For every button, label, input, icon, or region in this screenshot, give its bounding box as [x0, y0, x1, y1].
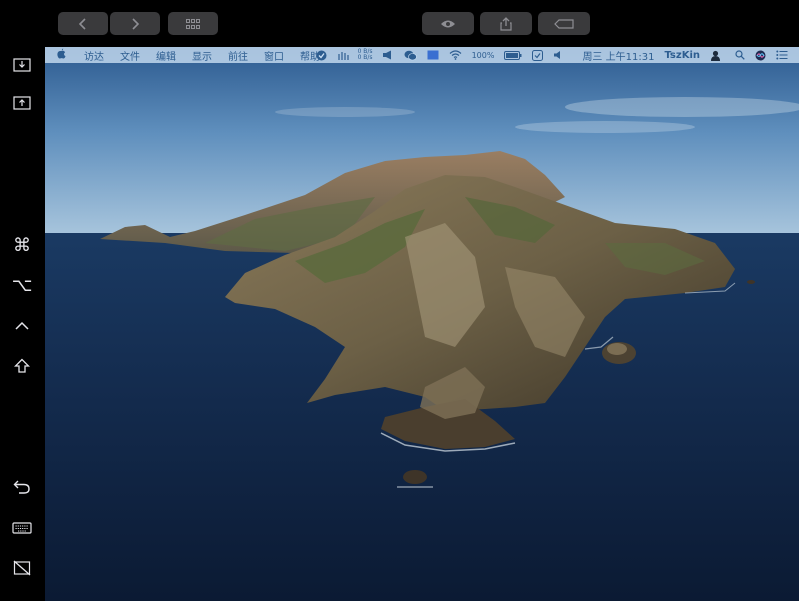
back-button[interactable] [58, 12, 108, 35]
catalina-wallpaper [45, 47, 799, 601]
volume-icon[interactable] [553, 50, 563, 60]
control-key-icon[interactable] [11, 315, 33, 337]
menubar-user[interactable]: TszKin [664, 50, 700, 61]
undo-icon[interactable] [11, 476, 33, 498]
command-key-icon[interactable]: ⌘ [11, 234, 33, 256]
user-avatar-icon[interactable] [710, 50, 721, 61]
gesture-icon[interactable] [337, 50, 349, 61]
disconnect-screen-icon[interactable] [11, 557, 33, 579]
share-button[interactable] [480, 12, 532, 35]
upload-screen-icon[interactable] [11, 92, 33, 114]
option-key-icon[interactable]: ⌥ [11, 274, 33, 296]
search-icon[interactable] [735, 50, 745, 60]
siri-icon[interactable] [755, 50, 766, 61]
tag-icon [554, 18, 574, 29]
view-button[interactable] [422, 12, 474, 35]
menubar-clock[interactable]: 周三 上午11:31 [582, 48, 654, 63]
chevron-right-icon [130, 17, 140, 31]
keyboard-icon[interactable] [11, 517, 33, 539]
macos-menubar: 访达 文件 编辑 显示 前往 窗口 帮助 0 B/s 0 B/s 100% 周三… [45, 47, 799, 63]
menu-window[interactable]: 窗口 [264, 48, 284, 63]
share-icon [500, 16, 512, 31]
keyboard-toggle-button[interactable] [538, 12, 590, 35]
megaphone-icon[interactable] [382, 50, 394, 60]
menu-file[interactable]: 文件 [120, 48, 140, 63]
net-down-text: 0 B/s [357, 54, 373, 61]
status-circle-icon[interactable] [316, 50, 327, 61]
notification-center-icon[interactable] [776, 50, 788, 60]
apple-menu-icon[interactable] [57, 48, 66, 62]
grid-icon [186, 18, 200, 29]
screen-mirror-icon[interactable] [427, 50, 439, 60]
remote-desktop-screen[interactable]: 访达 文件 编辑 显示 前往 窗口 帮助 0 B/s 0 B/s 100% 周三… [45, 47, 799, 601]
app-status-icon[interactable] [532, 49, 544, 61]
shift-key-icon[interactable] [11, 355, 33, 377]
menu-view[interactable]: 显示 [192, 48, 212, 63]
eye-icon [440, 19, 456, 29]
download-screen-icon[interactable] [11, 54, 33, 76]
wifi-icon[interactable] [449, 50, 462, 60]
battery-percent: 100% [471, 50, 495, 60]
battery-icon[interactable] [504, 50, 522, 60]
menu-edit[interactable]: 编辑 [156, 48, 176, 63]
menu-go[interactable]: 前往 [228, 48, 248, 63]
wechat-icon[interactable] [404, 50, 417, 61]
grid-button[interactable] [168, 12, 218, 35]
menu-finder[interactable]: 访达 [84, 48, 104, 63]
left-sidebar: ⌘ ⌥ [0, 47, 45, 601]
top-toolbar [0, 0, 799, 47]
chevron-left-icon [78, 17, 88, 31]
network-speed: 0 B/s 0 B/s [358, 49, 373, 61]
forward-button[interactable] [110, 12, 160, 35]
